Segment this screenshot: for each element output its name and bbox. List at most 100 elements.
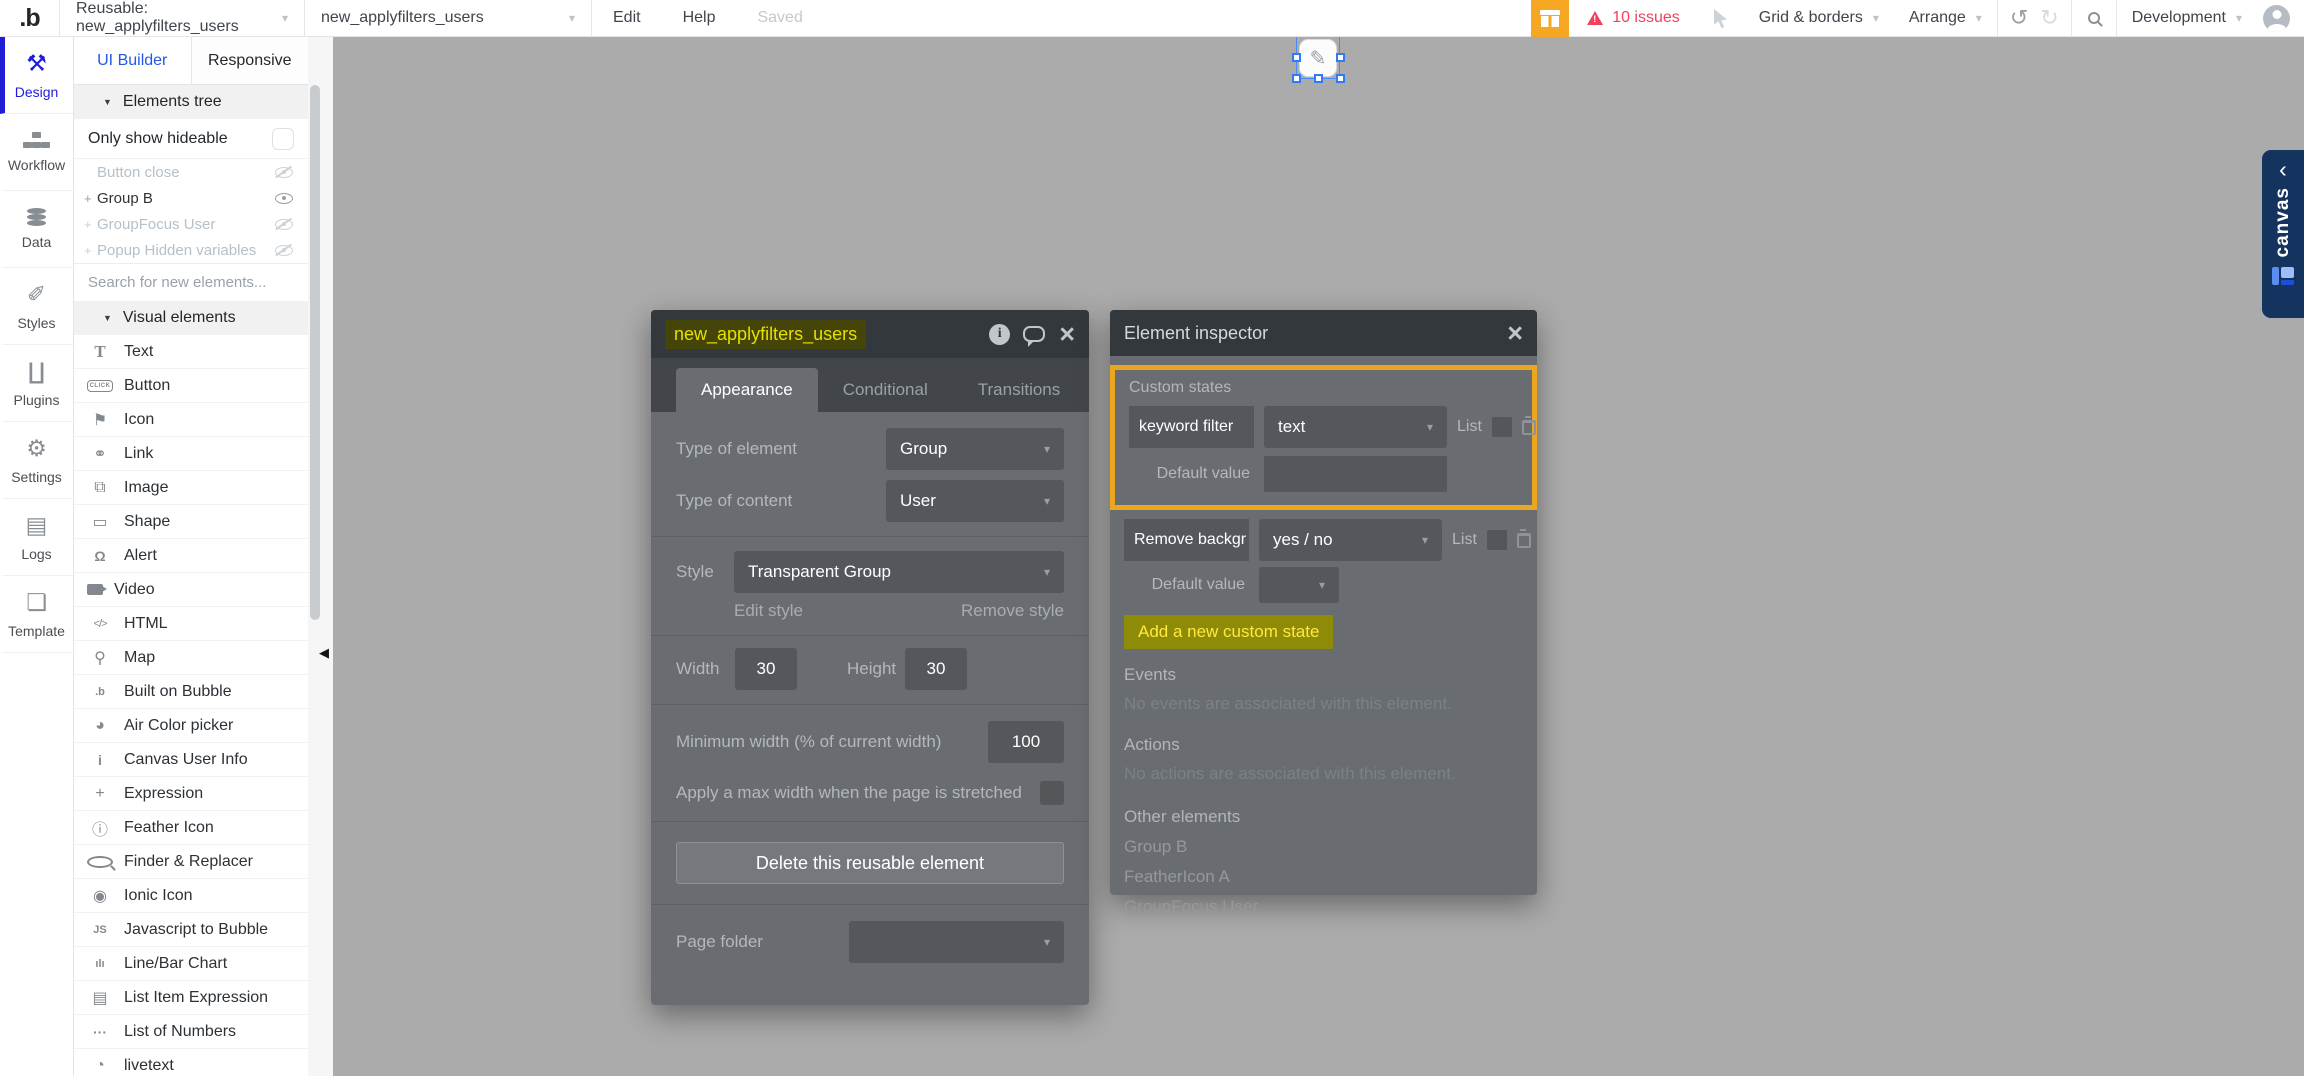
cursor-tool-icon[interactable] <box>1712 8 1730 29</box>
min-width-input[interactable]: 100 <box>988 721 1064 763</box>
visual-element-item[interactable]: ⚭ Link <box>74 437 308 471</box>
selection-handle-bottom[interactable] <box>1314 74 1323 83</box>
grid-borders-menu[interactable]: Grid & borders ▾ <box>1744 0 1894 37</box>
selection-handle-right[interactable] <box>1336 53 1345 62</box>
issues-button[interactable]: ! 10 issues <box>1569 9 1698 27</box>
visual-element-item[interactable]: Ω Alert <box>74 539 308 573</box>
style-dropdown[interactable]: Transparent Group ▾ <box>734 551 1064 593</box>
visual-element-item[interactable]: ◉ Ionic Icon <box>74 879 308 913</box>
other-element-item[interactable]: GroupFocus User <box>1124 897 1523 917</box>
page-folder-dropdown[interactable]: ▾ <box>849 921 1064 963</box>
only-show-hideable-checkbox[interactable] <box>272 128 294 150</box>
bubble-logo[interactable]: .b <box>0 4 59 33</box>
arrange-menu[interactable]: Arrange ▾ <box>1894 0 1997 37</box>
tab-conditional[interactable]: Conditional <box>818 368 953 412</box>
state-name-input[interactable]: Remove backgr <box>1124 519 1249 561</box>
tree-item[interactable]: + Group B <box>74 185 308 211</box>
visual-element-item[interactable]: ⚲ Map <box>74 641 308 675</box>
visual-element-item[interactable]: ▭ Shape <box>74 505 308 539</box>
element-search-input[interactable]: Search for new elements... <box>74 263 308 301</box>
element-inspector-titlebar[interactable]: Element inspector × <box>1110 310 1537 356</box>
tab-ui-builder[interactable]: UI Builder <box>74 37 192 84</box>
visual-element-item[interactable]: Finder & Replacer <box>74 845 308 879</box>
edit-menu[interactable]: Edit <box>592 0 662 37</box>
type-of-element-dropdown[interactable]: Group ▾ <box>886 428 1064 470</box>
default-value-input[interactable] <box>1264 456 1447 492</box>
visual-element-item[interactable]: T Text <box>74 335 308 369</box>
sidebar-item[interactable]: ⚒ Design <box>0 37 73 114</box>
close-icon[interactable]: × <box>1059 321 1075 348</box>
state-type-dropdown[interactable]: text ▾ <box>1264 406 1447 448</box>
selection-handle-bottom-right[interactable] <box>1336 74 1345 83</box>
visual-element-item[interactable]: ılı Line/Bar Chart <box>74 947 308 981</box>
info-icon[interactable]: i <box>989 324 1010 345</box>
selection-handle-left[interactable] <box>1292 53 1301 62</box>
tree-item[interactable]: + Popup Hidden variables <box>74 237 308 263</box>
visual-element-item[interactable]: ⧉ Image <box>74 471 308 505</box>
sidebar-item[interactable]: Workflow <box>0 114 73 191</box>
remove-style-link[interactable]: Remove style <box>961 601 1064 621</box>
visual-element-item[interactable]: Video <box>74 573 308 607</box>
default-value-dropdown[interactable]: ▾ <box>1259 567 1339 603</box>
state-type-dropdown[interactable]: yes / no ▾ <box>1259 519 1442 561</box>
visibility-eye-icon[interactable] <box>275 167 293 178</box>
sidebar-item[interactable]: ⚙ Settings <box>0 422 73 499</box>
type-of-content-dropdown[interactable]: User ▾ <box>886 480 1064 522</box>
search-icon[interactable] <box>2088 12 2100 24</box>
feather-icon-element[interactable]: ✎ <box>1299 39 1337 77</box>
visibility-eye-icon[interactable] <box>275 219 293 230</box>
collapse-panel-icon[interactable]: ◀ <box>319 645 329 661</box>
tab-appearance[interactable]: Appearance <box>676 368 818 412</box>
visual-element-item[interactable]: CLICK Button <box>74 369 308 403</box>
close-icon[interactable]: × <box>1507 320 1523 347</box>
property-editor-titlebar[interactable]: new_applyfilters_users i × <box>651 310 1089 358</box>
tab-transitions[interactable]: Transitions <box>953 368 1086 412</box>
edit-style-link[interactable]: Edit style <box>734 601 803 621</box>
other-element-item[interactable]: Group B <box>1124 837 1523 857</box>
height-input[interactable]: 30 <box>905 648 967 690</box>
visibility-eye-icon[interactable] <box>275 193 293 204</box>
visual-element-item[interactable]: ◕ Air Color picker <box>74 709 308 743</box>
expand-plus-icon[interactable]: + <box>84 217 97 232</box>
canvas-plugin-tab[interactable]: ‹ canvas <box>2262 150 2304 318</box>
other-element-item[interactable]: FeatherIcon A <box>1124 867 1523 887</box>
sidebar-item[interactable]: ∐ Plugins <box>0 345 73 422</box>
sidebar-item[interactable]: ✐ Styles <box>0 268 73 345</box>
sidebar-item[interactable]: ❏ Template <box>0 576 73 653</box>
sidebar-item[interactable]: Data <box>0 191 73 268</box>
redo-icon[interactable]: ↻ <box>2040 5 2070 31</box>
trash-icon[interactable] <box>1517 533 1531 548</box>
tree-item[interactable]: Button close <box>74 159 308 185</box>
avatar[interactable] <box>2263 5 2290 32</box>
reusable-page-selector[interactable]: Reusable: new_applyfilters_users ▾ <box>60 0 304 37</box>
trash-icon[interactable] <box>1522 420 1536 435</box>
list-checkbox[interactable] <box>1487 530 1507 550</box>
selection-handle-bottom-left[interactable] <box>1292 74 1301 83</box>
visibility-eye-icon[interactable] <box>275 245 293 256</box>
panel-scrollbar[interactable] <box>308 37 333 1076</box>
list-checkbox[interactable] <box>1492 417 1512 437</box>
sidebar-item[interactable]: ▤ Logs <box>0 499 73 576</box>
help-menu[interactable]: Help <box>662 0 737 37</box>
visual-element-item[interactable]: ▤ List Item Expression <box>74 981 308 1015</box>
visual-element-item[interactable]: ··· List of Numbers <box>74 1015 308 1049</box>
max-width-checkbox[interactable] <box>1040 781 1064 805</box>
comment-icon[interactable] <box>1023 326 1045 342</box>
gift-button[interactable] <box>1531 0 1569 37</box>
width-input[interactable]: 30 <box>735 648 797 690</box>
visual-elements-header[interactable]: ▼ Visual elements <box>74 301 308 335</box>
visual-element-item[interactable]: </> HTML <box>74 607 308 641</box>
add-custom-state-button[interactable]: Add a new custom state <box>1124 615 1333 649</box>
element-selector[interactable]: new_applyfilters_users ▾ <box>305 0 591 37</box>
delete-reusable-button[interactable]: Delete this reusable element <box>676 842 1064 884</box>
state-name-input[interactable]: keyword filter <box>1129 406 1254 448</box>
tree-item[interactable]: + GroupFocus User <box>74 211 308 237</box>
elements-tree-header[interactable]: ▼ Elements tree <box>74 85 308 119</box>
expand-plus-icon[interactable]: + <box>84 243 97 258</box>
tab-responsive[interactable]: Responsive <box>192 37 309 84</box>
visual-element-item[interactable]: i Canvas User Info <box>74 743 308 777</box>
visual-element-item[interactable]: .b Built on Bubble <box>74 675 308 709</box>
visual-element-item[interactable]: ⚑ Icon <box>74 403 308 437</box>
expand-plus-icon[interactable]: + <box>84 191 97 206</box>
visual-element-item[interactable]: + Expression <box>74 777 308 811</box>
